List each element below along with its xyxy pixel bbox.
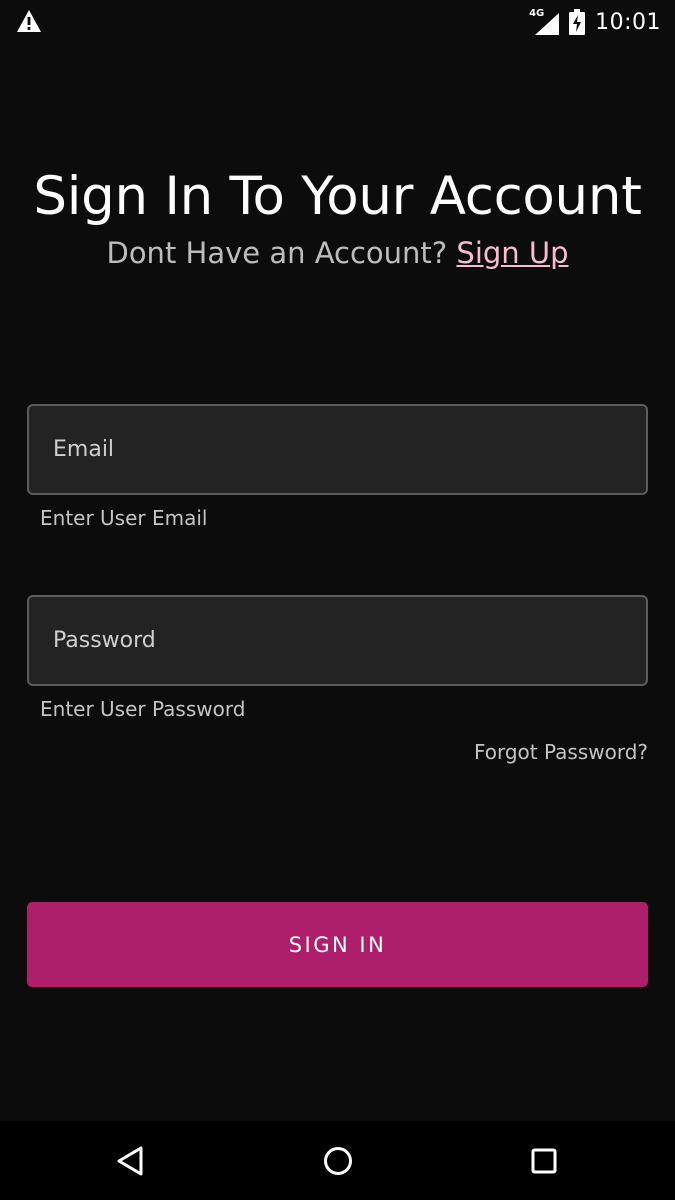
password-input[interactable] <box>29 597 646 684</box>
email-input[interactable] <box>29 406 646 493</box>
status-bar: 4G 10:01 <box>0 0 675 44</box>
signup-prompt: Dont Have an Account? Sign Up <box>0 236 675 270</box>
status-indicators: 4G 10:01 <box>529 0 661 44</box>
cell-signal-icon <box>535 13 560 35</box>
network-indicator: 4G <box>529 9 560 35</box>
password-helper-text: Enter User Password <box>40 697 246 721</box>
status-time: 10:01 <box>595 9 661 35</box>
password-field-container <box>27 595 648 686</box>
sign-in-button[interactable]: SIGN IN <box>27 902 648 987</box>
battery-charging-icon <box>569 9 586 35</box>
page-title: Sign In To Your Account <box>33 166 642 227</box>
warning-icon <box>17 10 41 32</box>
email-helper-text: Enter User Email <box>40 506 208 530</box>
home-circle-icon[interactable] <box>318 1141 358 1181</box>
forgot-password-link[interactable]: Forgot Password? <box>474 740 648 764</box>
navigation-bar <box>0 1121 675 1200</box>
back-triangle-icon[interactable] <box>112 1141 152 1181</box>
email-field-container <box>27 404 648 495</box>
signup-prompt-text: Dont Have an Account? <box>106 236 448 270</box>
recents-square-icon[interactable] <box>524 1141 564 1181</box>
signup-link[interactable]: Sign Up <box>456 236 568 270</box>
